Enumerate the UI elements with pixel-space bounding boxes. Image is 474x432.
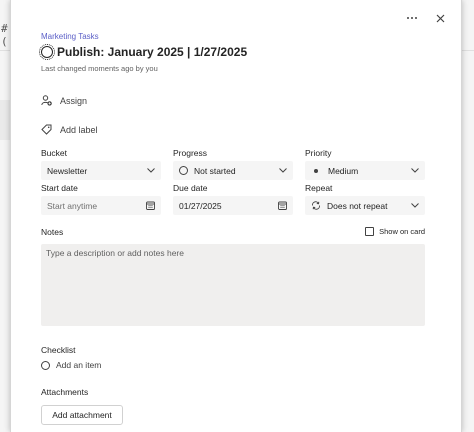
checklist-label: Checklist <box>41 345 76 355</box>
attachments-label: Attachments <box>41 387 89 397</box>
add-label-button[interactable]: Add label <box>41 124 98 135</box>
last-changed-text: Last changed moments ago by you <box>41 64 158 73</box>
show-on-card-label: Show on card <box>379 227 425 236</box>
add-label-text: Add label <box>60 124 98 135</box>
repeat-icon <box>312 201 320 210</box>
repeat-label: Repeat <box>305 183 333 193</box>
add-attachment-button[interactable]: Add attachment <box>41 405 123 425</box>
checkbox-icon <box>365 227 375 236</box>
background-panel <box>0 100 10 140</box>
notes-textarea[interactable]: Type a description or add notes here <box>41 244 425 326</box>
notes-placeholder: Type a description or add notes here <box>46 248 184 258</box>
progress-dropdown[interactable]: Not started <box>173 161 293 180</box>
person-add-icon <box>41 95 52 106</box>
priority-label: Priority <box>305 148 332 158</box>
title-row: Publish: January 2025 | 1/27/2025 <box>39 44 247 60</box>
repeat-dropdown[interactable]: Does not repeat <box>305 196 425 215</box>
more-horizontal-icon <box>407 17 417 19</box>
due-date-picker[interactable]: 01/27/2025 <box>173 196 293 215</box>
chevron-down-icon <box>147 168 155 173</box>
assign-button[interactable]: Assign <box>41 95 87 106</box>
add-item-label: Add an item <box>56 360 102 370</box>
bucket-label: Bucket <box>41 148 67 158</box>
task-details-dialog: Marketing Tasks Publish: January 2025 | … <box>10 0 462 432</box>
chevron-down-icon <box>279 168 287 173</box>
not-started-icon <box>179 166 188 175</box>
plan-name-link[interactable]: Marketing Tasks <box>41 32 99 41</box>
add-checklist-item[interactable]: Add an item <box>41 360 101 370</box>
checklist-circle-icon <box>41 360 50 370</box>
show-on-card-checkbox[interactable]: Show on card <box>365 227 425 236</box>
more-options-button[interactable] <box>405 11 419 25</box>
notes-label: Notes <box>41 227 64 237</box>
close-icon <box>436 14 444 22</box>
start-date-picker[interactable]: Start anytime <box>41 196 161 215</box>
start-date-label: Start date <box>41 183 78 193</box>
tag-icon <box>41 124 52 135</box>
priority-dropdown[interactable]: Medium <box>305 161 425 180</box>
start-date-placeholder: Start anytime <box>47 200 98 211</box>
bucket-value: Newsletter <box>47 165 88 176</box>
chevron-down-icon <box>411 203 419 208</box>
calendar-icon <box>278 201 287 210</box>
chevron-down-icon <box>411 168 419 173</box>
priority-value: Medium <box>328 165 359 176</box>
mark-complete-toggle[interactable] <box>39 44 55 60</box>
progress-label: Progress <box>173 148 208 158</box>
due-date-value: 01/27/2025 <box>179 200 222 211</box>
dialog-actions <box>405 11 447 25</box>
bucket-dropdown[interactable]: Newsletter <box>41 161 161 180</box>
medium-priority-icon <box>314 168 318 173</box>
due-date-label: Due date <box>173 183 208 193</box>
task-title[interactable]: Publish: January 2025 | 1/27/2025 <box>57 45 247 59</box>
repeat-value: Does not repeat <box>327 200 388 211</box>
progress-value: Not started <box>194 165 236 176</box>
calendar-icon <box>146 201 155 210</box>
assign-label: Assign <box>60 95 88 106</box>
close-button[interactable] <box>433 11 447 25</box>
